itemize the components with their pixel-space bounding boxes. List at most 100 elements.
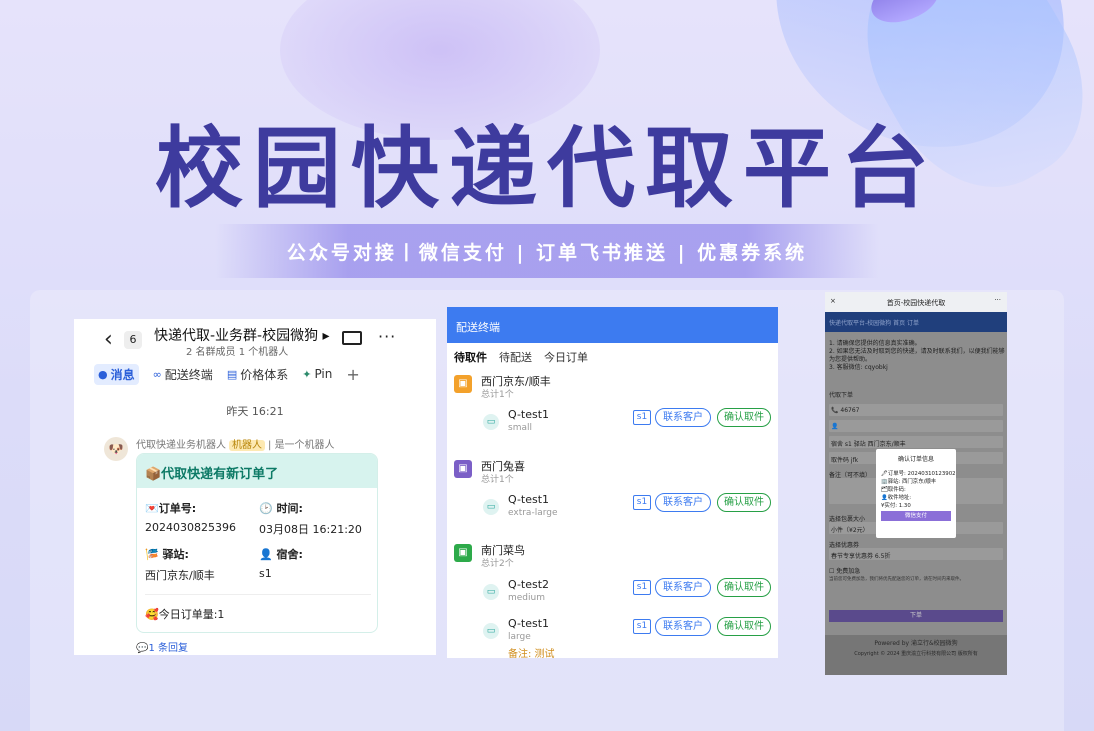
contact-customer-button[interactable]: 联系客户 — [655, 617, 711, 636]
modal-order: 🖋订单号: 20240310123902 — [881, 471, 956, 477]
item-size: small — [508, 423, 532, 433]
bot-badge: 机器人 — [229, 440, 265, 451]
delivery-header: 配送终端 — [447, 307, 778, 343]
tab-pin[interactable]: ✦ Pin — [302, 367, 332, 381]
mini-title: 首页-校园快递代取 — [886, 299, 946, 307]
avatar: 🐶 — [104, 437, 128, 461]
list-item: ▭ Q-test1 extra-large s1 联系客户 确认取件 — [483, 493, 773, 523]
mini-top-bar: × 首页-校园快递代取 ··· — [825, 292, 1007, 312]
link-icon: ∞ — [152, 367, 162, 381]
delivery-terminal-screenshot: 配送终端 待取件 待配送 今日订单 ▣ 西门京东/顺丰 总计1个 ▭ Q-tes… — [447, 307, 778, 658]
station-icon: ▣ — [454, 375, 472, 393]
divider — [145, 594, 371, 595]
sender-line: 代取快递业务机器人 机器人 | 是一个机器人 — [136, 440, 335, 451]
station-value: 西门京东/顺丰 — [145, 569, 215, 582]
add-tab-icon[interactable]: + — [346, 365, 359, 384]
confirm-order-modal: 确认订单信息 🖋订单号: 20240310123902 🏢驿站: 西门京东/顺丰… — [876, 449, 956, 538]
station-icon: ▣ — [454, 460, 472, 478]
modal-code: 🗂取件码: — [881, 487, 906, 493]
item-size: medium — [508, 593, 545, 603]
station-icon: ▣ — [454, 544, 472, 562]
dorm-tag: s1 — [633, 580, 651, 595]
item-name: Q-test1 — [508, 493, 550, 506]
station-label: 🎏 驿站: — [145, 548, 189, 561]
phone-field[interactable]: 📞 46767 — [829, 404, 1003, 416]
contact-customer-button[interactable]: 联系客户 — [655, 493, 711, 512]
submit-order-button[interactable]: 下单 — [829, 610, 1003, 622]
chat-icon: ● — [98, 367, 108, 381]
confirm-pickup-button[interactable]: 确认取件 — [717, 617, 771, 636]
back-icon[interactable]: ‹ — [104, 327, 113, 352]
more-icon[interactable]: ··· — [994, 296, 1001, 304]
notice-line: 3. 客服微信: cqyobkj — [829, 364, 888, 371]
wechat-pay-button[interactable]: 微信支付 — [881, 511, 951, 521]
package-icon: ▭ — [483, 623, 499, 639]
mini-nav[interactable]: 快递代取平台-校园微狗 首页 订单 — [825, 312, 1007, 332]
contact-customer-button[interactable]: 联系客户 — [655, 408, 711, 427]
dorm-tag: s1 — [633, 410, 651, 425]
mini-program-screenshot: × 首页-校园快递代取 ··· 快递代取平台-校园微狗 首页 订单 1. 请确保… — [825, 292, 1007, 675]
list-item: ▭ Q-test2 medium s1 联系客户 确认取件 — [483, 578, 773, 608]
sender-note: 是一个机器人 — [274, 440, 335, 451]
section-title: 代取下单 — [829, 392, 854, 399]
item-name: Q-test1 — [508, 408, 550, 421]
order-label: 💌订单号: — [145, 502, 197, 515]
dorm-tag: s1 — [633, 619, 651, 634]
card-header: 📦代取快递有新订单了 — [137, 454, 377, 488]
free-urgent-note: 当前您可免费加急，我们将优先配送您的订单，请在时间内来取件。 — [829, 577, 964, 582]
free-urgent-checkbox[interactable]: ☐ 免费加急 — [829, 566, 860, 575]
dorm-value: s1 — [259, 567, 272, 580]
dorm-tag: s1 — [633, 495, 651, 510]
contact-customer-button[interactable]: 联系客户 — [655, 578, 711, 597]
item-size: large — [508, 632, 531, 642]
tab-today-orders[interactable]: 今日订单 — [544, 349, 588, 364]
station-count: 总计1个 — [481, 475, 514, 485]
package-icon: ▭ — [483, 584, 499, 600]
confirm-pickup-button[interactable]: 确认取件 — [717, 408, 771, 427]
video-call-icon[interactable] — [342, 331, 362, 345]
delivery-tabs: 待取件 待配送 今日订单 — [447, 343, 778, 369]
chat-tabs: ● 消息 ∞ 配送终端 ▤ 价格体系 ✦ Pin + — [94, 363, 360, 385]
tab-pending-pickup[interactable]: 待取件 — [454, 349, 487, 364]
dorm-label: 👤 宿舍: — [259, 548, 303, 561]
more-icon[interactable]: ··· — [378, 327, 396, 346]
pin-icon: ✦ — [302, 367, 312, 381]
modal-price: ¥实付: 1.30 — [881, 503, 911, 509]
time-value: 03月08日 16:21:20 — [259, 523, 362, 536]
unread-badge: 6 — [124, 331, 142, 349]
package-icon: ▭ — [483, 414, 499, 430]
group-title[interactable]: 快递代取-业务群-校园微狗 ▸ — [154, 325, 330, 345]
footer-powered: Powered by 渝立行&校园微狗 — [874, 640, 958, 647]
group-meta: 2 名群成员 1 个机器人 — [186, 347, 289, 358]
reply-link[interactable]: 💬1 条回复 — [136, 639, 188, 654]
confirm-pickup-button[interactable]: 确认取件 — [717, 578, 771, 597]
list-item: ▭ Q-test1 large 备注: 测试 s1 联系客户 确认取件 — [483, 617, 773, 658]
hero-subtitle: 公众号对接丨微信支付 | 订单飞书推送 | 优惠券系统 — [215, 224, 879, 278]
footer-copyright: Copyright © 2024 重庆渝立行科技有限公司 版权所有 — [854, 651, 978, 657]
station-count: 总计1个 — [481, 390, 514, 400]
tab-price-system[interactable]: ▤ 价格体系 — [227, 366, 288, 383]
chat-screenshot: ‹ 6 快递代取-业务群-校园微狗 ▸ 2 名群成员 1 个机器人 ··· ● 消… — [74, 319, 436, 655]
tab-delivery-terminal[interactable]: ∞ 配送终端 — [153, 366, 213, 383]
modal-receiver: 👤收件地址: — [881, 495, 912, 501]
order-card[interactable]: 📦代取快递有新订单了 💌订单号: 2024030825396 🕑 时间: 03月… — [136, 453, 378, 633]
order-value: 2024030825396 — [145, 521, 236, 534]
daily-order-count: 🥰今日订单量:1 — [145, 608, 225, 621]
time-label: 🕑 时间: — [259, 502, 303, 515]
package-icon: ▭ — [483, 499, 499, 515]
item-name: Q-test1 — [508, 617, 550, 630]
coupon-select[interactable]: 春节专享优惠券 6.5折 — [829, 548, 1003, 560]
item-size: extra-large — [508, 508, 558, 518]
confirm-pickup-button[interactable]: 确认取件 — [717, 493, 771, 512]
station-count: 总计2个 — [481, 559, 514, 569]
tab-messages[interactable]: ● 消息 — [94, 363, 139, 385]
item-name: Q-test2 — [508, 578, 550, 591]
item-note: 备注: 测试 — [508, 649, 555, 658]
name-field[interactable]: 👤 — [829, 420, 1003, 432]
modal-title: 确认订单信息 — [897, 456, 934, 463]
hero-title: 校园快递代取平台 — [154, 117, 939, 220]
dorm-station-row[interactable]: 宿舍 s1 驿站 西门京东/顺丰 — [829, 436, 1003, 448]
tab-pending-delivery[interactable]: 待配送 — [499, 349, 532, 364]
message-time: 昨天 16:21 — [226, 405, 284, 418]
sender-name: 代取快递业务机器人 — [136, 440, 226, 451]
